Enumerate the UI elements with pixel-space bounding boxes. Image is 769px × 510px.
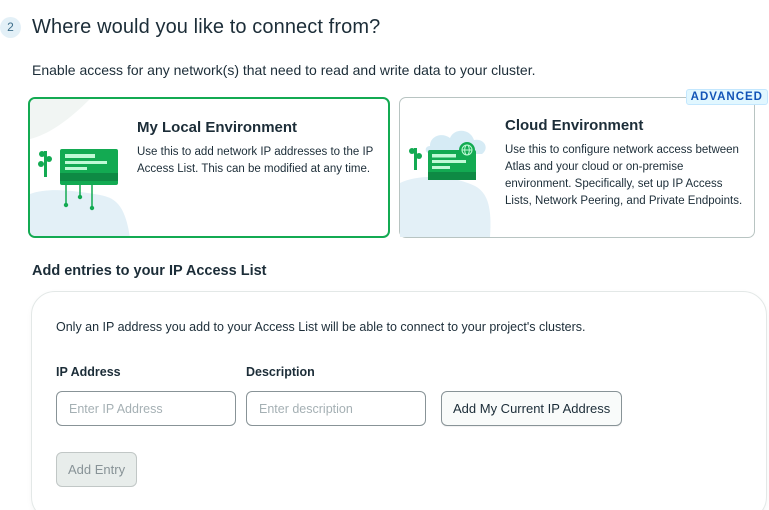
cloud-environment-title: Cloud Environment xyxy=(505,117,644,134)
step-number-badge: 2 xyxy=(0,17,21,38)
local-network-illustration xyxy=(30,99,130,236)
access-list-title: Add entries to your IP Access List xyxy=(32,263,267,279)
local-environment-card[interactable]: My Local Environment Use this to add net… xyxy=(28,97,390,238)
advanced-badge: ADVANCED xyxy=(685,89,768,105)
ip-address-label: IP Address xyxy=(56,365,121,379)
description-label: Description xyxy=(246,365,315,379)
connect-from-step: 2 Where would you like to connect from? … xyxy=(0,0,769,510)
local-environment-title: My Local Environment xyxy=(137,119,298,136)
access-list-panel: Only an IP address you add to your Acces… xyxy=(31,291,767,510)
description-input[interactable] xyxy=(246,391,426,426)
step-title: Where would you like to connect from? xyxy=(32,16,381,38)
cloud-environment-card[interactable]: ADVANCED Cloud Environment Use this to c… xyxy=(399,89,768,238)
local-environment-description: Use this to add network IP addresses to … xyxy=(137,146,374,175)
ip-address-input[interactable] xyxy=(56,391,236,426)
add-entry-button[interactable]: Add Entry xyxy=(56,452,138,487)
add-current-ip-button[interactable]: Add My Current IP Address xyxy=(441,391,623,426)
step-subtitle: Enable access for any network(s) that ne… xyxy=(32,62,536,78)
access-list-info: Only an IP address you add to your Acces… xyxy=(56,320,586,334)
cloud-network-illustration xyxy=(400,130,491,237)
cloud-environment-description: Use this to configure network access bet… xyxy=(505,144,743,207)
